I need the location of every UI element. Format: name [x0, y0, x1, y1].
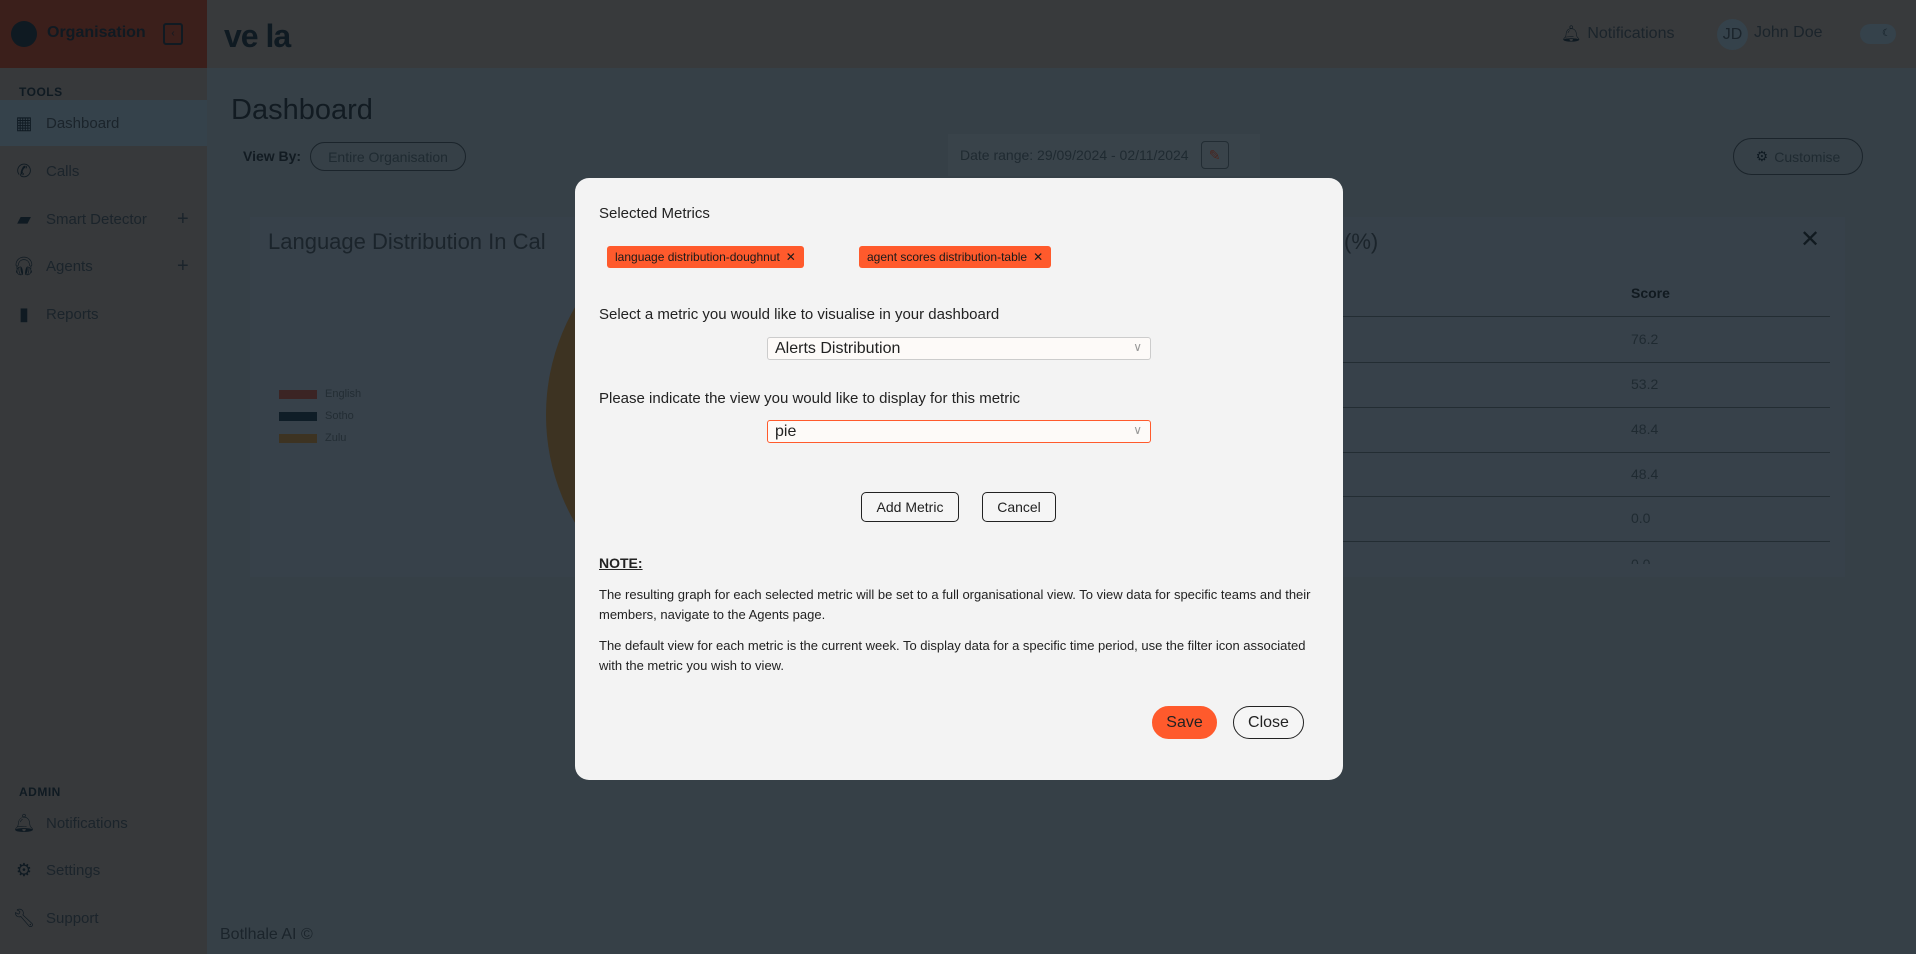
view-by-label: View By: [243, 148, 302, 164]
view-by-select[interactable]: Entire Organisation [310, 142, 466, 171]
expand-plus-icon[interactable]: + [177, 208, 189, 231]
score-cell: 0.0 [1631, 556, 1651, 564]
divider [1330, 496, 1830, 497]
sidebar-item-agents[interactable]: 🎧︎ Agents + [0, 243, 207, 289]
divider [1330, 541, 1830, 542]
theme-toggle[interactable]: ☾ [1860, 24, 1896, 44]
date-range: Date range: 29/09/2024 - 02/11/2024 [960, 147, 1189, 163]
avatar[interactable]: JD [1717, 19, 1748, 50]
collapse-sidebar-icon[interactable]: ‹ [163, 23, 183, 45]
legend-item: English [279, 388, 361, 400]
sidebar: Organisation ‹ TOOLS ▦ Dashboard ✆ Calls ▰… [0, 0, 207, 954]
date-range-box: Date range: 29/09/2024 - 02/11/2024 ✎ [948, 134, 1260, 176]
note-paragraph: The resulting graph for each selected me… [599, 587, 1311, 622]
metric-chip: language distribution-doughnut ✕ [607, 246, 804, 268]
expand-plus-icon[interactable]: + [177, 255, 189, 278]
score-cell: 53.2 [1631, 376, 1659, 392]
sidebar-item-smart-detector[interactable]: ▰ Smart Detector + [0, 196, 207, 242]
chip-label: agent scores distribution-table [867, 250, 1028, 264]
sidebar-item-dashboard[interactable]: ▦ Dashboard [0, 100, 207, 146]
bell-icon: 🔔︎ [12, 812, 36, 833]
sidebar-item-label: Support [46, 909, 99, 927]
scores-card-title-suffix: (%) [1344, 229, 1379, 254]
legend-swatch [279, 433, 317, 443]
admin-section-label: ADMIN [19, 785, 61, 799]
score-cell: 48.4 [1631, 421, 1659, 437]
phone-icon: ✆ [16, 160, 32, 181]
gear-icon: ⚙ [15, 859, 33, 880]
headset-icon: 🎧︎ [12, 255, 36, 276]
chat-check-icon: ▰ [17, 208, 31, 229]
remove-chip-icon[interactable]: ✕ [786, 250, 796, 264]
selected-metrics-title: Selected Metrics [599, 205, 710, 222]
tools-section-label: TOOLS [19, 85, 63, 99]
metric-select-value: Alerts Distribution [775, 339, 901, 357]
add-metric-button[interactable]: Add Metric [861, 492, 959, 522]
sidebar-item-label: Calls [46, 162, 80, 180]
org-name: Organisation [47, 24, 146, 41]
view-select-label: Please indicate the view you would like … [599, 390, 1021, 407]
score-cell: 76.2 [1631, 331, 1659, 347]
customise-label: Customise [1774, 148, 1841, 165]
metric-select-label: Select a metric you would like to visual… [599, 306, 1000, 323]
divider [1330, 452, 1830, 453]
sidebar-item-label: Dashboard [46, 114, 120, 132]
gear-icon: ⚙ [1755, 148, 1769, 164]
legend-label: Zulu [325, 432, 347, 444]
legend-swatch [279, 389, 317, 399]
user-name[interactable]: John Doe [1754, 24, 1823, 42]
score-cell: 48.4 [1631, 466, 1659, 482]
sidebar-item-settings[interactable]: ⚙ Settings [0, 847, 207, 893]
dashboard-icon: ▦ [15, 112, 33, 133]
language-card-title: Language Distribution In Cal [268, 229, 546, 254]
sidebar-item-support[interactable]: 🔧︎ Support [0, 895, 207, 941]
metric-chip: agent scores distribution-table ✕ [859, 246, 1052, 268]
footer: Botlhale AI © [220, 926, 313, 943]
sidebar-item-calls[interactable]: ✆ Calls [0, 148, 207, 194]
sidebar-item-label: Smart Detector [46, 210, 147, 228]
score-column-header: Score [1631, 285, 1670, 301]
metric-select[interactable]: Alerts Distribution ∨ [767, 337, 1151, 360]
bell-icon: 🔔︎ [1561, 26, 1582, 43]
customise-button[interactable]: ⚙ Customise [1733, 138, 1863, 175]
view-select-value: pie [775, 422, 797, 440]
legend-swatch [279, 411, 317, 421]
top-bar: ve la 🔔︎ Notifications JD John Doe ☾ [207, 0, 1916, 68]
sidebar-item-label: Notifications [46, 814, 128, 832]
org-header: Organisation ‹ [0, 0, 207, 68]
score-cell: 0.0 [1631, 510, 1651, 526]
wrench-icon: 🔧︎ [12, 907, 36, 928]
page-title: Dashboard [231, 94, 373, 126]
save-button[interactable]: Save [1152, 706, 1217, 739]
legend-label: English [325, 388, 362, 400]
sidebar-item-reports[interactable]: ▮ Reports [0, 291, 207, 337]
customise-modal: Selected Metrics language distribution-d… [575, 178, 1343, 780]
legend-label: Sotho [325, 410, 354, 422]
sidebar-item-notifications[interactable]: 🔔︎ Notifications [0, 800, 207, 846]
divider [1330, 362, 1830, 363]
logo: ve la [224, 18, 291, 54]
remove-chip-icon[interactable]: ✕ [1033, 250, 1043, 264]
edit-date-icon[interactable]: ✎ [1200, 141, 1229, 169]
org-icon [11, 21, 37, 47]
sidebar-item-label: Reports [46, 305, 99, 323]
sidebar-item-label: Settings [46, 861, 101, 879]
view-select[interactable]: pie ∨ [767, 420, 1151, 443]
notifications-button[interactable]: 🔔︎ Notifications [1561, 24, 1674, 44]
legend-item: Zulu [279, 432, 346, 444]
legend-item: Sotho [279, 410, 354, 422]
report-icon: ▮ [19, 303, 29, 324]
chip-label: language distribution-doughnut [615, 250, 780, 264]
close-button[interactable]: Close [1233, 706, 1304, 739]
notifications-label: Notifications [1587, 25, 1675, 42]
cancel-button[interactable]: Cancel [982, 492, 1056, 522]
divider [1330, 316, 1830, 317]
sidebar-item-label: Agents [46, 257, 93, 275]
chevron-down-icon: ∨ [1133, 423, 1142, 437]
chevron-down-icon: ∨ [1133, 340, 1142, 354]
note-paragraph: The default view for each metric is the … [599, 638, 1306, 673]
close-card-icon[interactable]: ✕ [1800, 225, 1820, 254]
note-title: NOTE: [599, 555, 643, 571]
divider [1330, 407, 1830, 408]
